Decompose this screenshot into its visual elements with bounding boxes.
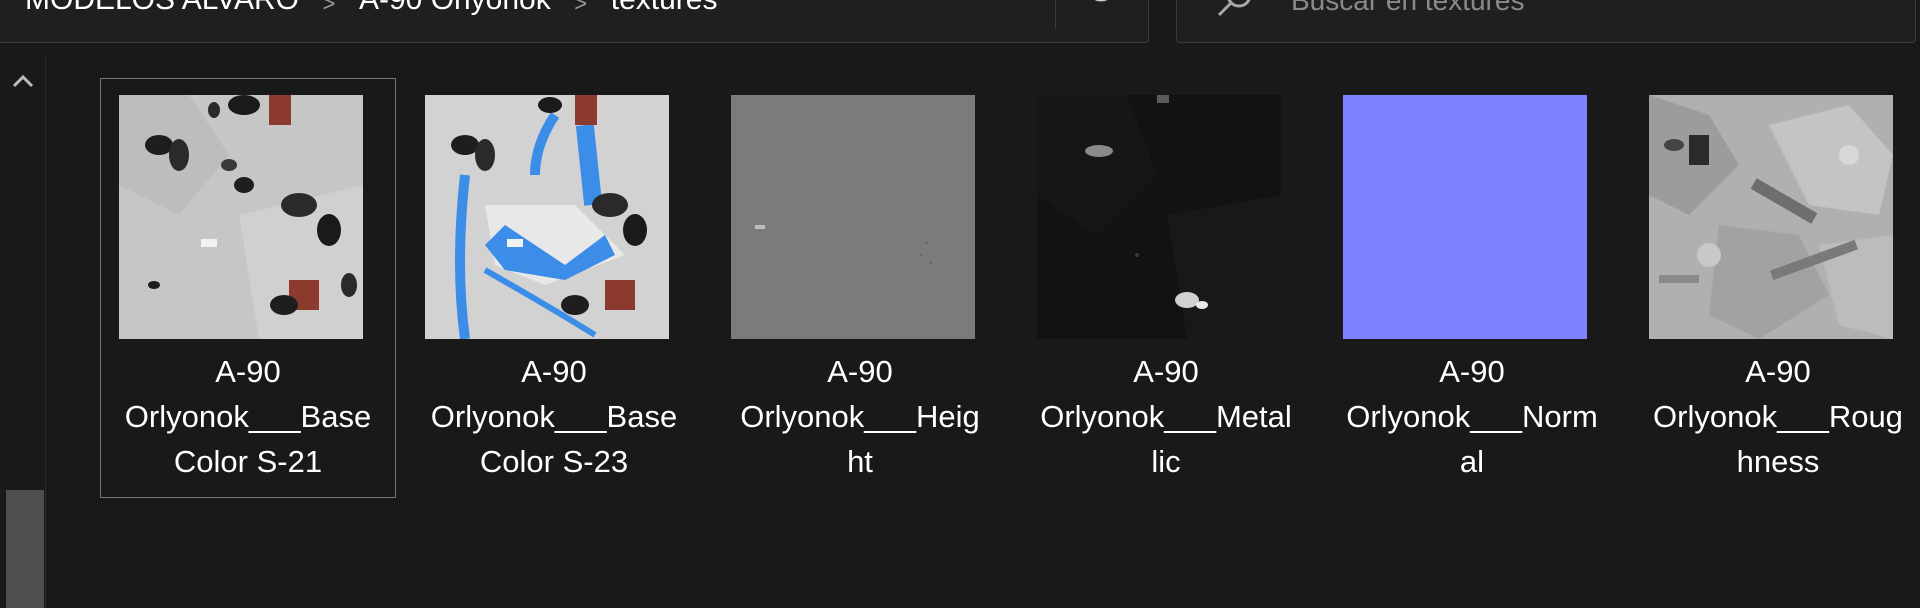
file-name-line: al [1459,444,1485,479]
texture-thumbnail [1343,95,1587,339]
file-name-line: ht [847,444,873,479]
navigation-pane[interactable] [0,56,46,608]
file-name-line: Orlyonok___Base [124,399,372,434]
file-list: A-90 Orlyonok___Base Color S-21 A-90 Orl… [46,56,1920,608]
file-name: A-90 Orlyonok___Roug hness [1631,349,1920,484]
file-name-line: Color S-21 [173,444,323,479]
chevron-right-icon[interactable]: > [551,0,611,15]
scrollbar-thumb[interactable] [6,490,44,608]
file-name: A-90 Orlyonok___Heig ht [713,349,1007,484]
chevron-right-icon[interactable]: > [299,0,359,15]
file-item-height[interactable]: A-90 Orlyonok___Heig ht [712,78,1008,498]
file-name: A-90 Orlyonok___Norm al [1325,349,1619,484]
file-name-line: A-90 [1745,354,1811,389]
file-item-metallic[interactable]: A-90 Orlyonok___Metal lic [1018,78,1314,498]
breadcrumb-item-a90-orlyonok[interactable]: A-90 Orlyonok [359,0,551,15]
chevron-up-icon[interactable] [8,70,38,94]
file-name-line: Orlyonok___Roug [1653,399,1903,434]
texture-thumbnail [731,95,975,339]
file-item-base-color-s23[interactable]: A-90 Orlyonok___Base Color S-23 [406,78,702,498]
texture-thumbnail [1037,95,1281,339]
file-name: A-90 Orlyonok___Metal lic [1019,349,1313,484]
breadcrumb: MODELOS ALVARO > A-90 Orlyonok > texture… [25,0,717,15]
file-name-line: A-90 [827,354,893,389]
file-name-line: lic [1151,444,1181,479]
refresh-icon[interactable] [1083,0,1119,11]
texture-thumbnail [119,95,363,339]
file-name-line: A-90 [521,354,587,389]
file-item-base-color-s21[interactable]: A-90 Orlyonok___Base Color S-21 [100,78,396,498]
breadcrumb-item-textures[interactable]: textures [611,0,718,15]
file-name-line: Orlyonok___Metal [1040,399,1292,434]
file-name-line: Orlyonok___Heig [740,399,980,434]
chevron-down-icon[interactable] [1001,0,1029,11]
file-name-line: hness [1736,444,1820,479]
file-name-line: A-90 [215,354,281,389]
search-box[interactable] [1176,0,1916,43]
address-bar-divider [1055,0,1056,29]
file-name: A-90 Orlyonok___Base Color S-23 [407,349,701,484]
file-name-line: A-90 [1133,354,1199,389]
address-bar[interactable]: MODELOS ALVARO > A-90 Orlyonok > texture… [0,0,1149,43]
search-icon [1213,0,1253,17]
file-name: A-90 Orlyonok___Base Color S-21 [101,349,395,484]
file-name-line: Orlyonok___Norm [1346,399,1598,434]
breadcrumb-item-modelos-alvaro[interactable]: MODELOS ALVARO [25,0,299,15]
file-item-roughness[interactable]: A-90 Orlyonok___Roug hness [1630,78,1920,498]
search-input[interactable] [1291,0,1891,15]
file-name-line: A-90 [1439,354,1505,389]
file-name-line: Color S-23 [479,444,629,479]
texture-thumbnail [1649,95,1893,339]
file-name-line: Orlyonok___Base [430,399,678,434]
toolbar: MODELOS ALVARO > A-90 Orlyonok > texture… [0,0,1920,56]
texture-thumbnail [425,95,669,339]
file-item-normal[interactable]: A-90 Orlyonok___Norm al [1324,78,1620,498]
